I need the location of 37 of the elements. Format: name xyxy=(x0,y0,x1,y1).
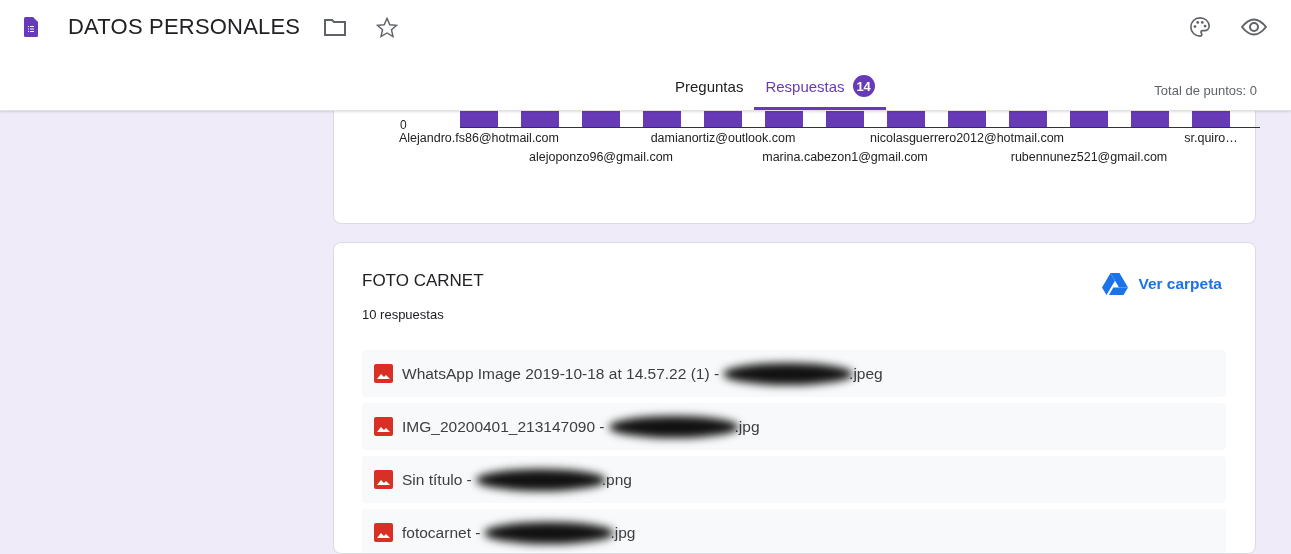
file-extension: .png xyxy=(601,470,632,489)
file-item[interactable]: IMG_20200401_213147090 - .jpg xyxy=(362,403,1226,450)
file-item[interactable]: fotocarnet - .jpg xyxy=(362,509,1226,553)
forms-icon[interactable] xyxy=(24,17,38,37)
file-name: IMG_20200401_213147090 - xyxy=(402,417,605,436)
axis-label: sr.quiro… xyxy=(1184,129,1238,146)
form-title: DATOS PERSONALES xyxy=(68,14,301,40)
image-file-icon xyxy=(374,417,393,436)
image-file-icon xyxy=(374,470,393,489)
file-name: WhatsApp Image 2019-10-18 at 14.57.22 (1) - xyxy=(402,364,720,383)
axis-label: alejoponzo96@gmail.com xyxy=(529,148,673,165)
file-name: Sin título - xyxy=(402,470,472,489)
response-count: 10 respuestas xyxy=(362,307,445,322)
axis-label: nicolasguerrero2012@hotmail.com xyxy=(870,129,1065,146)
axis-label: Alejandro.fs86@hotmail.com xyxy=(399,129,559,146)
file-item[interactable]: WhatsApp Image 2019-10-18 at 14.57.22 (1) - .jpeg xyxy=(362,350,1226,397)
image-file-icon xyxy=(374,523,393,542)
drive-icon xyxy=(1102,273,1129,295)
file-extension: .jpg xyxy=(734,417,760,436)
view-folder-link[interactable]: Ver carpeta xyxy=(1098,269,1226,299)
file-extension: .jpeg xyxy=(849,364,883,383)
axis-label: damianortiz@outlook.com xyxy=(650,129,796,146)
file-name: fotocarnet - xyxy=(402,523,481,542)
total-points: Total de puntos: 0 xyxy=(1154,83,1257,100)
count-badge: 14 xyxy=(852,75,875,97)
question-title: FOTO CARNET xyxy=(362,271,484,291)
image-file-icon xyxy=(374,364,393,383)
folder-icon[interactable] xyxy=(324,18,347,36)
file-extension: .jpg xyxy=(610,523,636,542)
file-item[interactable]: Sin título - .png xyxy=(362,456,1226,503)
axis-tick-label: 0 xyxy=(400,118,407,132)
axis-label: marina.cabezon1@gmail.com xyxy=(762,148,928,165)
axis-label: rubennunez521@gmail.com xyxy=(1010,148,1168,165)
star-icon[interactable] xyxy=(376,16,399,38)
preview-eye-icon[interactable] xyxy=(1241,18,1267,36)
palette-icon[interactable] xyxy=(1189,16,1211,38)
tab[interactable]: Preguntas xyxy=(664,75,755,110)
